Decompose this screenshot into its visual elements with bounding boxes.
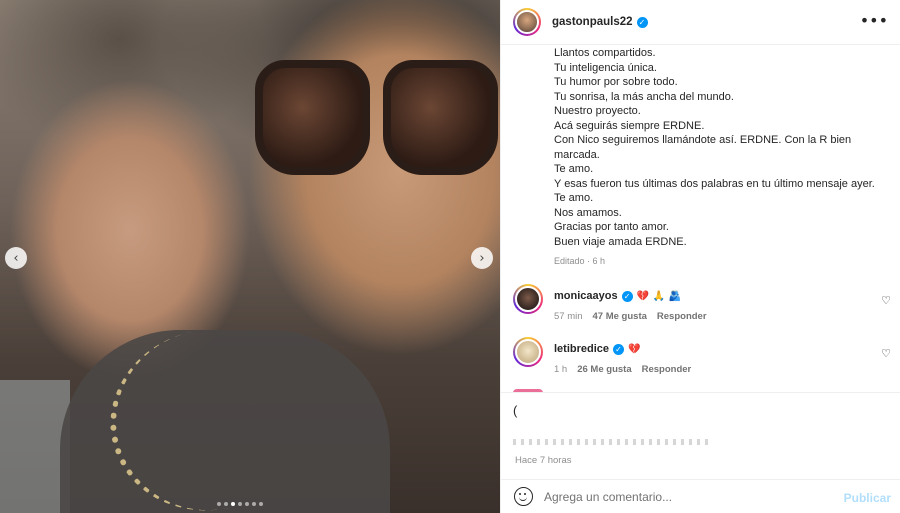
- instagram-post-modal: ‹ › gastonpauls22 ✓ ••• Llantos comparti…: [0, 0, 900, 513]
- post-caption: Llantos compartidos. Tu inteligencia únic…: [554, 46, 894, 249]
- comment-item: letibredice ✓ 💔 1 h 26 Me gusta Responde…: [501, 337, 900, 387]
- comment-username[interactable]: letibredice: [554, 343, 609, 355]
- caption-line: Nos amamos.: [554, 206, 622, 219]
- comment-username-row: monicaayos ✓ 💔 🙏 🫂: [554, 290, 681, 302]
- comment-reply-button[interactable]: Responder: [657, 311, 707, 322]
- post-side-panel: gastonpauls22 ✓ ••• Llantos compartidos.…: [500, 0, 900, 513]
- caption-line: Acá seguirás siempre ERDNE.: [554, 119, 705, 132]
- chevron-left-icon: ‹: [13, 250, 19, 266]
- author-avatar[interactable]: [513, 8, 541, 36]
- carousel-next-button[interactable]: ›: [471, 247, 493, 269]
- carousel-dot: [259, 502, 263, 506]
- post-partial-text: (: [513, 403, 518, 418]
- carousel-prev-button[interactable]: ‹: [5, 247, 27, 269]
- comment-input[interactable]: [544, 489, 834, 504]
- post-header: gastonpauls22 ✓ •••: [501, 0, 900, 45]
- comment-text: 💔: [628, 343, 641, 355]
- caption-line: Llantos compartidos.: [554, 47, 656, 59]
- caption-line: Buen viaje amada ERDNE.: [554, 235, 687, 248]
- obscured-text: [513, 439, 713, 445]
- comment-username-row: letibredice ✓ 💔: [554, 343, 640, 355]
- sunglasses-lens-left: [255, 60, 370, 175]
- carousel-dot: [231, 502, 235, 506]
- comment-time: 57 min: [554, 311, 583, 322]
- carousel-dot: [224, 502, 228, 506]
- chevron-right-icon: ›: [479, 250, 485, 266]
- comment-likes[interactable]: 26 Me gusta: [577, 364, 631, 375]
- comment-username[interactable]: monicaayos: [554, 290, 618, 302]
- carousel-dot: [238, 502, 242, 506]
- caption-line: Tu sonrisa, la más ancha del mundo.: [554, 90, 734, 103]
- sunglasses-lens-right: [383, 60, 498, 175]
- post-media-carousel[interactable]: ‹ ›: [0, 0, 500, 513]
- caption-line: Te amo.: [554, 192, 594, 204]
- comment-time: 1 h: [554, 364, 568, 375]
- author-username[interactable]: gastonpauls22: [552, 16, 633, 28]
- caption-line: Te amo.: [554, 163, 594, 175]
- comment-reply-button[interactable]: Responder: [642, 364, 692, 375]
- comment-item: monicaayos ✓ 💔 🙏 🫂 57 min 47 Me gusta Re…: [501, 284, 900, 334]
- comment-likes[interactable]: 47 Me gusta: [593, 311, 647, 322]
- caption-line: Con Nico seguiremos llamándote así. ERDN…: [554, 134, 852, 146]
- caption-line: marcada.: [554, 148, 600, 161]
- photo-sunglasses: [255, 60, 500, 180]
- heart-icon[interactable]: ♡: [881, 294, 891, 307]
- more-horizontal-icon[interactable]: •••: [860, 13, 888, 29]
- add-comment-bar: Publicar: [501, 479, 900, 513]
- comment-meta: 1 h 26 Me gusta Responder: [554, 364, 691, 375]
- heart-icon[interactable]: ♡: [881, 347, 891, 360]
- caption-line: Nuestro proyecto.: [554, 105, 641, 117]
- caption-line: Tu inteligencia única.: [554, 61, 657, 74]
- carousel-dots: [217, 502, 263, 506]
- emoji-smiley-icon[interactable]: [514, 487, 533, 506]
- edited-timestamp: Editado · 6 h: [554, 256, 606, 266]
- commenter-avatar[interactable]: [513, 337, 543, 367]
- verified-badge-icon: ✓: [621, 290, 633, 302]
- post-time-ago[interactable]: Hace 7 horas: [515, 455, 572, 466]
- comment-meta: 57 min 47 Me gusta Responder: [554, 311, 707, 322]
- verified-badge-icon: ✓: [636, 16, 648, 28]
- commenter-avatar[interactable]: [513, 284, 543, 314]
- carousel-dot: [245, 502, 249, 506]
- carousel-dot: [217, 502, 221, 506]
- caption-line: Gracias por tanto amor.: [554, 221, 669, 233]
- caption-line: Y esas fueron tus últimas dos palabras e…: [554, 177, 875, 190]
- comment-text: 💔 🙏 🫂: [636, 290, 681, 302]
- carousel-dot: [252, 502, 256, 506]
- publish-button[interactable]: Publicar: [844, 491, 891, 505]
- verified-badge-icon: ✓: [613, 343, 625, 355]
- caption-line: Tu humor por sobre todo.: [554, 76, 678, 88]
